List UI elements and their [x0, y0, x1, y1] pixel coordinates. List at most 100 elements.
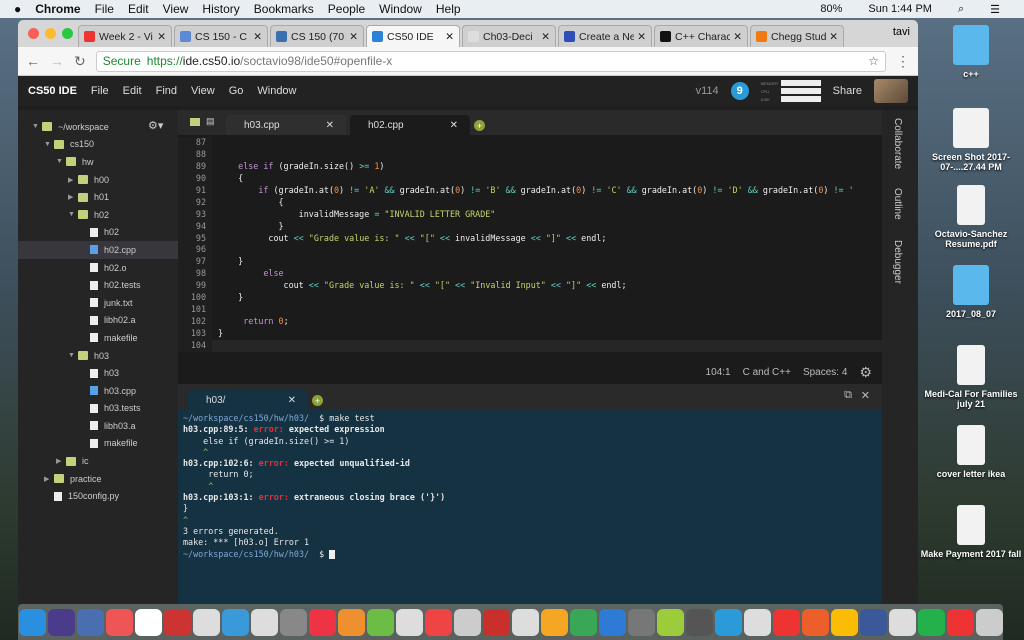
line-number[interactable]: 104	[178, 339, 212, 352]
dock-app-icon[interactable]	[453, 608, 481, 636]
list-icon[interactable]: ☰	[990, 3, 1000, 16]
browser-tab[interactable]: Create a Ne ✕	[558, 25, 652, 47]
tree-item[interactable]: ▶ practice	[18, 470, 178, 488]
close-tab-icon[interactable]: ✕	[637, 31, 646, 43]
disclosure-arrow-icon[interactable]: ▶	[56, 457, 66, 465]
tab-h03-cpp[interactable]: h03.cpp ✕	[226, 115, 346, 135]
dock-app-icon[interactable]	[134, 608, 162, 636]
tree-item[interactable]: h02.o	[18, 259, 178, 277]
terminal[interactable]: ~/workspace/cs150/hw/h03/ $ make test h03…	[178, 410, 882, 604]
close-icon[interactable]: ✕	[288, 395, 296, 406]
outline-tab[interactable]: Outline	[892, 188, 903, 220]
debugger-tab[interactable]: Debugger	[892, 240, 903, 284]
profile-name[interactable]: tavi	[893, 26, 910, 38]
disclosure-arrow-icon[interactable]: ▶	[68, 176, 78, 184]
desktop-icon[interactable]: cover letter ikea	[918, 425, 1024, 479]
dock-app-icon[interactable]	[308, 608, 336, 636]
dock-app-icon[interactable]	[105, 608, 133, 636]
dock-app-icon[interactable]	[76, 608, 104, 636]
line-number[interactable]: 98	[178, 268, 212, 281]
dock-app-icon[interactable]	[830, 608, 858, 636]
panel-toggle-icon[interactable]: ▤	[206, 116, 215, 127]
desktop-icon[interactable]: c++	[918, 25, 1024, 79]
dock-app-icon[interactable]	[656, 608, 684, 636]
dock-app-icon[interactable]	[946, 608, 974, 636]
close-tab-icon[interactable]: ✕	[349, 31, 358, 43]
disclosure-arrow-icon[interactable]: ▶	[68, 193, 78, 201]
reload-icon[interactable]: ↻	[74, 53, 86, 70]
menu-history[interactable]: History	[202, 2, 239, 16]
dock-app-icon[interactable]	[47, 608, 75, 636]
back-icon[interactable]: ←	[26, 53, 40, 69]
dock-app-icon[interactable]	[772, 608, 800, 636]
tree-item[interactable]: ▶ ic	[18, 452, 178, 470]
dock-app-icon[interactable]	[569, 608, 597, 636]
browser-tab[interactable]: CS50 IDE ✕	[366, 25, 460, 47]
indentation[interactable]: Spaces: 4	[803, 367, 847, 378]
ide-menu-go[interactable]: Go	[229, 85, 244, 97]
language-mode[interactable]: C and C++	[743, 367, 791, 378]
tree-item[interactable]: libh03.a	[18, 417, 178, 435]
dock-app-icon[interactable]	[598, 608, 626, 636]
new-tab-button[interactable]: +	[474, 120, 485, 131]
dock-app-icon[interactable]	[395, 608, 423, 636]
tree-item[interactable]: ▶ h01	[18, 188, 178, 206]
close-window-button[interactable]	[28, 28, 39, 39]
desktop-icon[interactable]: Make Payment 2017 fall	[918, 505, 1024, 559]
tree-item[interactable]: h03.cpp	[18, 382, 178, 400]
dock-app-icon[interactable]	[337, 608, 365, 636]
dock-app-icon[interactable]	[540, 608, 568, 636]
dock-app-icon[interactable]	[163, 608, 191, 636]
dock-app-icon[interactable]	[975, 608, 1003, 636]
browser-tab[interactable]: Chegg Stud ✕	[750, 25, 844, 47]
line-number[interactable]: 102	[178, 316, 212, 328]
tree-item[interactable]: ▶ h00	[18, 171, 178, 189]
menu-edit[interactable]: Edit	[128, 2, 149, 16]
tab-h02-cpp[interactable]: h02.cpp ✕	[350, 115, 470, 135]
line-number[interactable]: 92	[178, 196, 212, 209]
dock-app-icon[interactable]	[888, 608, 916, 636]
bookmark-star-icon[interactable]: ☆	[868, 54, 879, 68]
tree-item[interactable]: h02	[18, 224, 178, 242]
line-number[interactable]: 96	[178, 244, 212, 257]
close-tab-icon[interactable]: ✕	[733, 31, 742, 43]
apple-icon[interactable]: ●	[14, 2, 21, 16]
tree-item[interactable]: ▼ cs150	[18, 136, 178, 154]
line-number[interactable]: 94	[178, 220, 212, 233]
menu-people[interactable]: People	[328, 2, 365, 16]
line-number[interactable]: 99	[178, 280, 212, 293]
ide-menu-find[interactable]: Find	[156, 85, 177, 97]
line-number[interactable]: 103	[178, 328, 212, 340]
dock-app-icon[interactable]	[482, 608, 510, 636]
dock-app-icon[interactable]	[221, 608, 249, 636]
close-icon[interactable]: ✕	[450, 120, 458, 131]
clock[interactable]: Sun 1:44 PM	[868, 3, 932, 16]
line-number[interactable]: 100	[178, 292, 212, 305]
tree-item[interactable]: h02.tests	[18, 276, 178, 294]
tree-item[interactable]: ▼ hw	[18, 153, 178, 171]
dock-app-icon[interactable]	[250, 608, 278, 636]
dock-app-icon[interactable]	[192, 608, 220, 636]
line-number[interactable]: 93	[178, 208, 212, 221]
menu-app[interactable]: Chrome	[35, 2, 80, 16]
notification-badge[interactable]: 9	[730, 82, 749, 100]
ide-menu-file[interactable]: File	[91, 85, 109, 97]
disclosure-arrow-icon[interactable]: ▼	[56, 158, 66, 165]
dock-app-icon[interactable]	[685, 608, 713, 636]
ide-menu-view[interactable]: View	[191, 85, 215, 97]
desktop-icon[interactable]: 2017_08_07	[918, 265, 1024, 319]
disclosure-arrow-icon[interactable]: ▼	[68, 352, 78, 359]
close-tab-icon[interactable]: ✕	[829, 31, 838, 43]
tree-item[interactable]: h03.tests	[18, 400, 178, 418]
browser-tab[interactable]: Week 2 - Vi ✕	[78, 25, 172, 47]
search-icon[interactable]: ⌕	[958, 3, 964, 16]
browser-tab[interactable]: C++ Charac ✕	[654, 25, 748, 47]
dock-app-icon[interactable]	[801, 608, 829, 636]
dock-app-icon[interactable]	[18, 608, 46, 636]
tree-item[interactable]: libh02.a	[18, 312, 178, 330]
ide-menu-window[interactable]: Window	[257, 85, 296, 97]
menu-window[interactable]: Window	[379, 2, 422, 16]
minimize-window-button[interactable]	[45, 28, 56, 39]
dock-app-icon[interactable]	[424, 608, 452, 636]
close-tab-icon[interactable]: ✕	[445, 31, 454, 43]
